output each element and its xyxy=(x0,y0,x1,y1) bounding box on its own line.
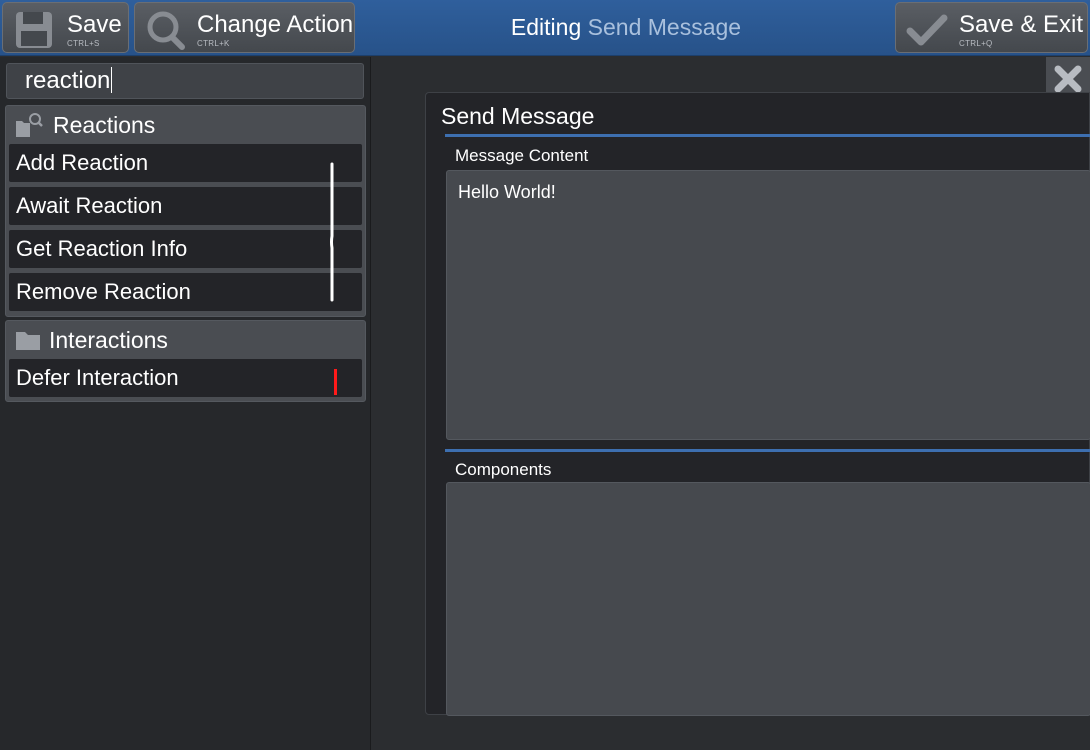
save-button[interactable]: Save CTRL+S xyxy=(2,2,129,53)
list-item-label: Remove Reaction xyxy=(16,279,191,304)
list-item-label: Await Reaction xyxy=(16,193,163,218)
message-content-textarea[interactable]: Hello World! xyxy=(446,170,1090,440)
search-icon xyxy=(147,11,185,50)
field-label-components: Components xyxy=(455,460,552,479)
annotation-red-line xyxy=(334,369,337,395)
search-input[interactable]: reaction xyxy=(6,63,364,99)
floppy-disk-icon xyxy=(16,12,52,48)
field-divider xyxy=(445,134,1090,137)
checkmark-icon xyxy=(906,14,948,46)
group-header[interactable]: Interactions xyxy=(6,321,365,359)
group-interactions: Interactions Defer Interaction xyxy=(5,320,366,402)
list-item-get-reaction-info[interactable]: Get Reaction Info xyxy=(9,230,362,268)
action-list-panel: reaction Reactions Add Reaction Await Re… xyxy=(0,57,371,750)
save-shortcut: CTRL+S xyxy=(67,39,100,48)
list-item-defer-interaction[interactable]: Defer Interaction xyxy=(9,359,362,397)
list-item-add-reaction[interactable]: Add Reaction xyxy=(9,144,362,182)
top-toolbar: Save CTRL+S Change Action CTRL+K Editing… xyxy=(0,0,1090,56)
change-action-button[interactable]: Change Action CTRL+K xyxy=(134,2,355,53)
save-exit-shortcut: CTRL+Q xyxy=(959,39,993,48)
folder-search-icon xyxy=(16,113,43,137)
list-item-await-reaction[interactable]: Await Reaction xyxy=(9,187,362,225)
group-title: Reactions xyxy=(53,112,156,138)
change-action-shortcut: CTRL+K xyxy=(197,39,230,48)
field-divider xyxy=(445,449,1090,452)
group-reactions: Reactions Add Reaction Await Reaction Ge… xyxy=(5,105,366,317)
page-title: Editing Send Message xyxy=(360,14,892,41)
save-exit-label: Save & Exit xyxy=(959,11,1084,38)
save-label: Save xyxy=(67,11,122,38)
action-editor-panel: Send Message Message Content Hello World… xyxy=(425,92,1090,716)
message-content-value: Hello World! xyxy=(458,182,556,202)
field-label-message-content: Message Content xyxy=(455,146,589,165)
group-header[interactable]: Reactions xyxy=(6,106,365,144)
text-caret xyxy=(111,67,113,93)
list-item-label: Defer Interaction xyxy=(16,365,179,390)
search-input-value: reaction xyxy=(25,67,111,94)
annotation-white-line xyxy=(330,162,334,302)
list-item-remove-reaction[interactable]: Remove Reaction xyxy=(9,273,362,311)
group-title: Interactions xyxy=(49,327,168,353)
editor-title: Send Message xyxy=(441,103,595,129)
list-item-label: Add Reaction xyxy=(16,150,149,175)
save-exit-button[interactable]: Save & Exit CTRL+Q xyxy=(895,2,1088,53)
change-action-label: Change Action xyxy=(197,11,354,38)
components-field[interactable] xyxy=(446,482,1090,716)
title-action: Send Message xyxy=(587,14,742,40)
title-prefix: Editing xyxy=(510,14,582,40)
list-item-label: Get Reaction Info xyxy=(16,236,188,261)
folder-icon xyxy=(16,332,40,350)
